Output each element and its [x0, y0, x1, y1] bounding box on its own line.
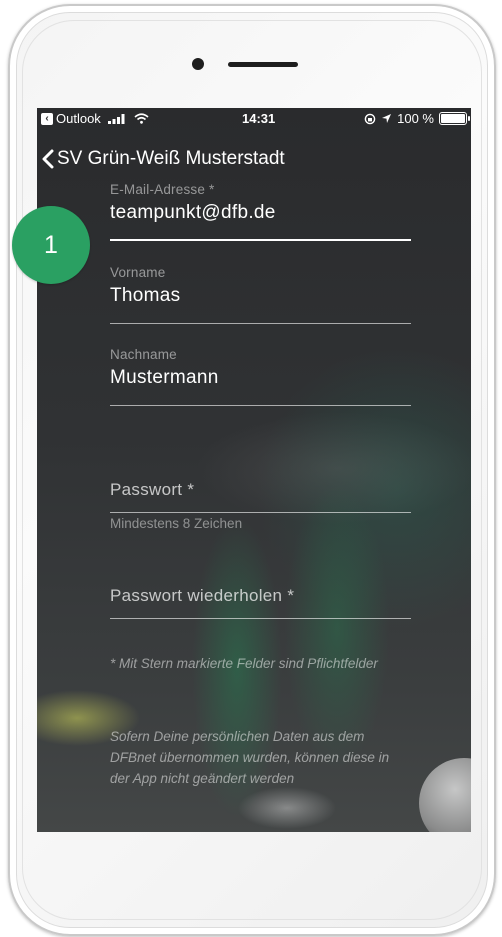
- password-placeholder[interactable]: Passwort *: [110, 480, 194, 499]
- battery-percentage: 100 %: [397, 111, 434, 126]
- back-to-app[interactable]: ‹ Outlook: [41, 111, 149, 126]
- nav-title: SV Grün-Weiß Musterstadt: [57, 148, 285, 169]
- firstname-value[interactable]: Thomas: [110, 285, 411, 307]
- wifi-icon: [134, 113, 149, 124]
- lastname-field[interactable]: Nachname Mustermann: [110, 347, 411, 406]
- back-app-label: Outlook: [56, 111, 101, 126]
- status-bar: ‹ Outlook 14:31 100 %: [37, 108, 471, 130]
- password-repeat-field[interactable]: Passwort wiederholen *: [110, 586, 411, 619]
- firstname-underline: [110, 323, 411, 324]
- password-hint: Mindestens 8 Zeichen: [110, 516, 243, 531]
- step-badge: 1: [12, 206, 90, 284]
- dfbnet-note: Sofern Deine persönlichen Daten aus dem …: [110, 729, 390, 786]
- firstname-field[interactable]: Vorname Thomas: [110, 265, 411, 324]
- email-value[interactable]: teampunkt@dfb.de: [110, 202, 411, 224]
- password-repeat-placeholder[interactable]: Passwort wiederholen *: [110, 586, 294, 605]
- firstname-label: Vorname: [110, 265, 166, 280]
- location-icon: [382, 114, 392, 123]
- rotation-lock-icon: [364, 113, 376, 124]
- home-area: [48, 838, 480, 918]
- password-underline: [110, 512, 411, 513]
- navigation-bar: SV Grün-Weiß Musterstadt: [37, 144, 471, 174]
- back-arrow-icon: ‹: [41, 112, 53, 125]
- battery-fill: [441, 114, 465, 123]
- email-field[interactable]: E-Mail-Adresse * teampunkt@dfb.de: [110, 182, 411, 241]
- required-fields-note: * Mit Stern markierte Felder sind Pflich…: [110, 656, 378, 671]
- status-right: 100 %: [364, 111, 470, 126]
- password-field[interactable]: Passwort *: [110, 480, 411, 513]
- earpiece-speaker: [228, 62, 298, 67]
- clock: 14:31: [242, 111, 276, 126]
- lastname-underline: [110, 405, 411, 406]
- lastname-value[interactable]: Mustermann: [110, 367, 411, 389]
- battery-icon: [439, 112, 470, 125]
- email-label: E-Mail-Adresse *: [110, 182, 215, 197]
- back-button[interactable]: SV Grün-Weiß Musterstadt: [37, 148, 285, 170]
- password-repeat-underline: [110, 618, 411, 619]
- email-underline: [110, 239, 411, 241]
- chevron-left-icon: [42, 149, 54, 169]
- app-screen: ‹ Outlook 14:31 100 % SV Grün-Weiß Muste…: [37, 108, 471, 832]
- lastname-label: Nachname: [110, 347, 177, 362]
- signal-icon: [107, 113, 125, 124]
- front-camera: [192, 58, 204, 70]
